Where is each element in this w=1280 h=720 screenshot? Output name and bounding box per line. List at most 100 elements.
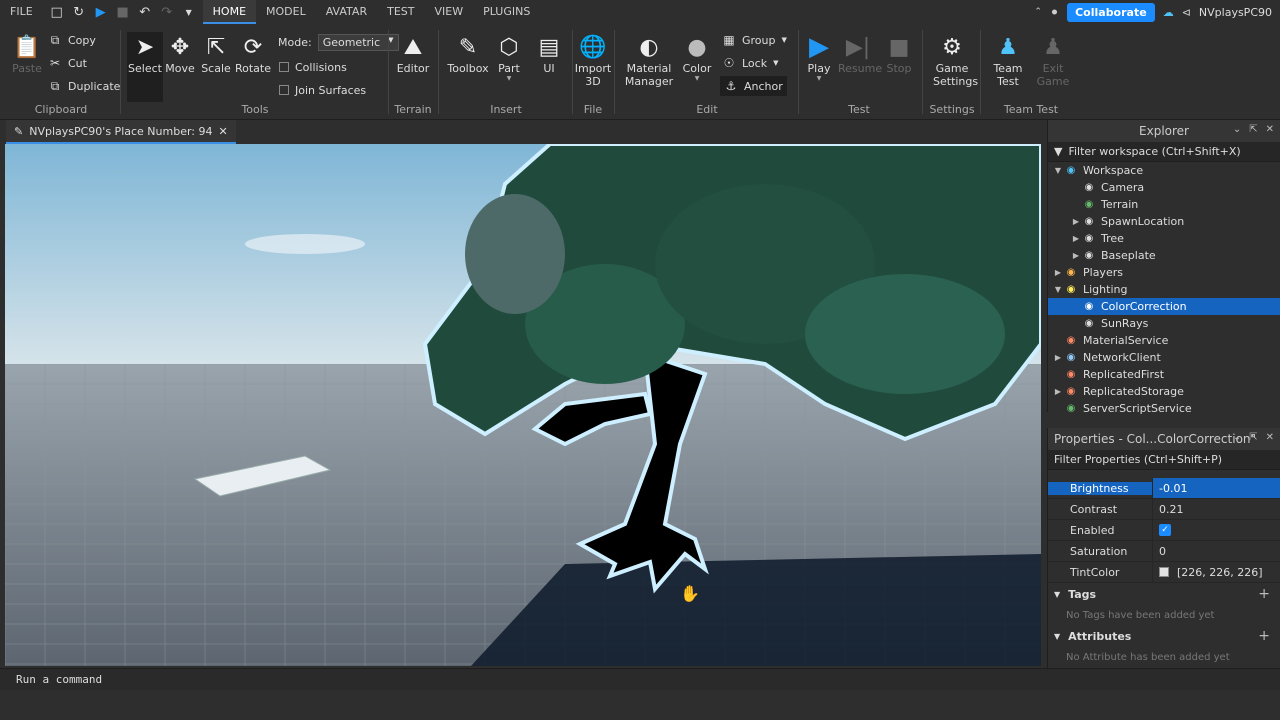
- play-dropdown-icon[interactable]: ▼: [800, 75, 838, 82]
- property-row-tintcolor[interactable]: TintColor [226, 226, 226]: [1048, 562, 1280, 583]
- team-test-button[interactable]: ♟ Team Test: [989, 32, 1027, 89]
- property-row-contrast[interactable]: Contrast 0.21: [1048, 499, 1280, 520]
- share-icon[interactable]: ⊲: [1182, 6, 1191, 19]
- copy-button[interactable]: ⧉ Copy: [48, 30, 96, 50]
- join-surfaces-toggle[interactable]: Join Surfaces: [279, 80, 366, 100]
- property-row-saturation[interactable]: Saturation 0: [1048, 541, 1280, 562]
- collisions-checkbox[interactable]: [279, 62, 289, 72]
- command-input[interactable]: Run a command: [16, 673, 102, 686]
- explorer-item-players[interactable]: ▶ ◉ Players: [1048, 264, 1280, 281]
- command-bar[interactable]: Run a command: [0, 668, 1280, 690]
- tab-plugins[interactable]: PLUGINS: [473, 0, 540, 24]
- add-attribute-icon[interactable]: +: [1258, 628, 1270, 644]
- scale-tool-button[interactable]: ⇱ Scale: [197, 32, 235, 76]
- explorer-item-networkclient[interactable]: ▶ ◉ NetworkClient: [1048, 349, 1280, 366]
- rotate-tool-button[interactable]: ⟳ Rotate: [234, 32, 272, 76]
- explorer-item-materialservice[interactable]: ◉ MaterialService: [1048, 332, 1280, 349]
- redo-icon[interactable]: ↷: [159, 4, 175, 20]
- explorer-item-serverscriptservice[interactable]: ◉ ServerScriptService: [1048, 400, 1280, 417]
- tab-model[interactable]: MODEL: [256, 0, 316, 24]
- game-settings-button[interactable]: ⚙ Game Settings: [933, 32, 978, 89]
- property-value[interactable]: [226, 226, 226]: [1152, 562, 1280, 582]
- explorer-item-replicatedfirst[interactable]: ◉ ReplicatedFirst: [1048, 366, 1280, 383]
- collaborate-button[interactable]: Collaborate: [1067, 2, 1155, 22]
- publish-icon[interactable]: ↻: [71, 4, 87, 20]
- collapse-arrow-icon[interactable]: ▼: [1052, 166, 1064, 175]
- chevron-down-icon[interactable]: ⌄: [1233, 124, 1241, 135]
- close-icon[interactable]: ✕: [1266, 124, 1274, 135]
- color-button[interactable]: ● Color ▼: [678, 32, 716, 83]
- explorer-item-terrain[interactable]: ◉ Terrain: [1048, 196, 1280, 213]
- expand-arrow-icon[interactable]: ▶: [1052, 387, 1064, 396]
- explorer-item-tree[interactable]: ▶ ◉ Tree: [1048, 230, 1280, 247]
- duplicate-button[interactable]: ⧉ Duplicate: [48, 76, 121, 96]
- notification-icon[interactable]: ⚫: [1050, 6, 1059, 19]
- material-manager-button[interactable]: ◐ Material Manager: [624, 32, 674, 89]
- toolbox-button[interactable]: ✎ Toolbox: [446, 32, 490, 76]
- username-label[interactable]: NVplaysPC90: [1199, 6, 1272, 19]
- join-surfaces-checkbox[interactable]: [279, 85, 289, 95]
- undo-icon[interactable]: ↶: [137, 4, 153, 20]
- popout-icon[interactable]: ⇱: [1249, 432, 1257, 443]
- attributes-section[interactable]: ▼ Attributes +: [1048, 625, 1280, 647]
- part-dropdown-icon[interactable]: ▼: [490, 75, 528, 82]
- group-button[interactable]: ▦ Group ▼: [722, 30, 787, 50]
- property-row-brightness[interactable]: Brightness -0.01: [1048, 478, 1280, 499]
- terrain-editor-button[interactable]: ⛰ Editor: [394, 32, 432, 76]
- expand-arrow-icon[interactable]: ▶: [1070, 234, 1082, 243]
- tab-avatar[interactable]: AVATAR: [316, 0, 377, 24]
- popout-icon[interactable]: ⇱: [1249, 124, 1257, 135]
- property-value[interactable]: -0.01: [1152, 478, 1280, 498]
- stop-button[interactable]: ■ Stop: [880, 32, 918, 76]
- place-document-tab[interactable]: ✎ NVplaysPC90's Place Number: 94 ✕: [6, 120, 236, 144]
- expand-arrow-icon[interactable]: ▶: [1052, 353, 1064, 362]
- explorer-item-spawnlocation[interactable]: ▶ ◉ SpawnLocation: [1048, 213, 1280, 230]
- explorer-filter-input[interactable]: ▼ Filter workspace (Ctrl+Shift+X): [1048, 142, 1280, 162]
- expand-arrow-icon[interactable]: ▶: [1070, 251, 1082, 260]
- expand-arrow-icon[interactable]: ▶: [1070, 217, 1082, 226]
- tint-color-swatch[interactable]: [1159, 567, 1169, 577]
- tab-view[interactable]: VIEW: [424, 0, 473, 24]
- tags-section[interactable]: ▼ Tags +: [1048, 583, 1280, 605]
- close-tab-icon[interactable]: ✕: [219, 125, 228, 138]
- enabled-checkbox[interactable]: ✓: [1159, 524, 1171, 536]
- new-file-icon[interactable]: □: [49, 4, 65, 20]
- file-menu[interactable]: FILE: [0, 0, 43, 24]
- explorer-item-baseplate[interactable]: ▶ ◉ Baseplate: [1048, 247, 1280, 264]
- move-tool-button[interactable]: ✥ Move: [161, 32, 199, 76]
- play-quick-icon[interactable]: ▶: [93, 4, 109, 20]
- properties-filter-input[interactable]: Filter Properties (Ctrl+Shift+P): [1048, 450, 1280, 470]
- paste-button[interactable]: 📋 Paste: [8, 32, 46, 76]
- explorer-item-camera[interactable]: ◉ Camera: [1048, 179, 1280, 196]
- stop-quick-icon[interactable]: ■: [115, 4, 131, 20]
- property-row-enabled[interactable]: Enabled ✓: [1048, 520, 1280, 541]
- explorer-item-replicatedstorage[interactable]: ▶ ◉ ReplicatedStorage: [1048, 383, 1280, 400]
- ui-button[interactable]: ▤ UI: [530, 32, 568, 76]
- explorer-item-colorcorrection[interactable]: ◉ ColorCorrection: [1048, 298, 1280, 315]
- part-button[interactable]: ⬡ Part ▼: [490, 32, 528, 83]
- property-value[interactable]: 0: [1152, 541, 1280, 561]
- explorer-item-workspace[interactable]: ▼ ◉ Workspace: [1048, 162, 1280, 179]
- explorer-item-sunrays[interactable]: ◉ SunRays: [1048, 315, 1280, 332]
- tab-home[interactable]: HOME: [202, 0, 257, 24]
- add-tag-icon[interactable]: +: [1258, 586, 1270, 602]
- select-tool-button[interactable]: ➤ Select: [127, 32, 163, 102]
- 3d-viewport[interactable]: ✋: [5, 144, 1041, 666]
- play-button[interactable]: ▶ Play ▼: [800, 32, 838, 82]
- color-dropdown-icon[interactable]: ▼: [678, 75, 716, 82]
- property-value[interactable]: ✓: [1152, 520, 1280, 540]
- import-3d-button[interactable]: 🌐 Import 3D: [574, 32, 612, 89]
- tab-test[interactable]: TEST: [377, 0, 424, 24]
- collapse-ribbon-icon[interactable]: ⌃: [1034, 7, 1042, 17]
- collisions-toggle[interactable]: Collisions: [279, 57, 347, 77]
- cloud-icon[interactable]: ☁: [1163, 6, 1174, 19]
- property-value[interactable]: 0.21: [1152, 499, 1280, 519]
- expand-arrow-icon[interactable]: ▶: [1052, 268, 1064, 277]
- explorer-item-lighting[interactable]: ▼ ◉ Lighting: [1048, 281, 1280, 298]
- chevron-down-icon[interactable]: ⌄: [1233, 432, 1241, 443]
- exit-game-button[interactable]: ♟ Exit Game: [1034, 32, 1072, 89]
- anchor-button[interactable]: ⚓ Anchor: [720, 76, 787, 96]
- quick-access-dropdown-icon[interactable]: ▼: [181, 4, 197, 20]
- resume-button[interactable]: ▶| Resume: [838, 32, 882, 76]
- lock-button[interactable]: ☉ Lock ▼: [722, 53, 779, 73]
